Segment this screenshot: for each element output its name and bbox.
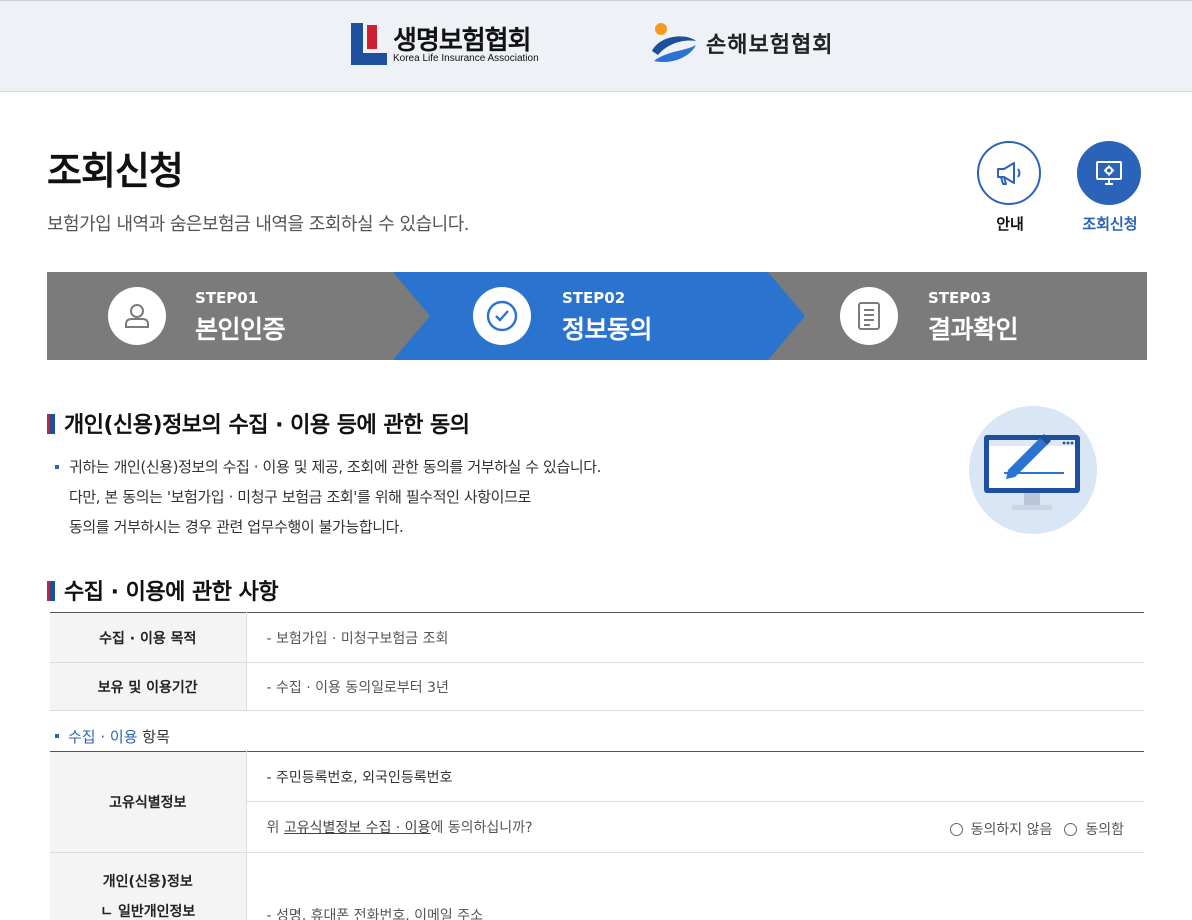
- personal-info-value: - 성명, 휴대폰 전화번호, 이메일 주소: [246, 852, 1144, 920]
- disagree-radio[interactable]: 동의하지 않음: [949, 819, 1053, 839]
- usage-section-title: 수집 · 이용에 관한 사항: [47, 574, 279, 606]
- retention-period-value: - 수집 · 이용 동의일로부터 3년: [246, 662, 1144, 711]
- guide-button[interactable]: 안내: [977, 141, 1043, 234]
- usage-section-title-text: 수집 · 이용에 관한 사항: [64, 580, 279, 605]
- table-row: 개인(신용)정보 ㄴ 일반개인정보 - 성명, 휴대폰 전화번호, 이메일 주소: [50, 852, 1144, 920]
- step-number: STEP02: [562, 289, 626, 307]
- consent-question-prefix: 위: [266, 820, 284, 836]
- agree-label: 동의함: [1085, 822, 1124, 838]
- computer-document-illustration-icon: [969, 406, 1097, 534]
- nonlife-logo-korean: 손해보험협회: [706, 33, 834, 58]
- usage-info-table: 수집 · 이용 목적 - 보험가입 · 미청구보험금 조회 보유 및 이용기간 …: [50, 612, 1144, 711]
- bullet-icon: [55, 465, 59, 469]
- megaphone-icon: [997, 162, 1021, 185]
- radio-circle-icon[interactable]: [1064, 822, 1078, 836]
- user-icon: [125, 304, 149, 328]
- nonlife-insurance-association-logo[interactable]: 손해보험협회: [650, 21, 850, 67]
- collection-items-table: 고유식별정보 - 주민등록번호, 외국인등록번호 위 고유식별정보 수집 · 이…: [50, 751, 1144, 920]
- notice-line: 다만, 본 동의는 '보험가입 · 미청구 보험금 조회'를 위해 필수적인 사…: [69, 488, 531, 506]
- radio-circle-icon[interactable]: [949, 822, 963, 836]
- check-circle-icon: [486, 300, 518, 332]
- disagree-label: 동의하지 않음: [970, 822, 1053, 838]
- retention-period-label: 보유 및 이용기간: [50, 662, 247, 711]
- nonlife-logo-mark-icon: [652, 23, 696, 63]
- unique-id-label: 고유식별정보: [50, 751, 247, 853]
- unique-id-value: - 주민등록번호, 외국인등록번호: [246, 751, 1144, 802]
- guide-label: 안내: [996, 215, 1024, 233]
- section-marker-icon: [47, 581, 55, 601]
- consent-question-link: 고유식별정보 수집 · 이용: [283, 820, 431, 836]
- unique-id-consent-options: 동의하지 않음 동의함: [949, 819, 1124, 839]
- purpose-value: - 보험가입 · 미청구보험금 조회: [246, 612, 1144, 663]
- consent-notice: 귀하는 개인(신용)정보의 수집 · 이용 및 제공, 조회에 관한 동의를 거…: [55, 452, 601, 542]
- personal-info-title: 개인(신용)정보: [102, 874, 193, 890]
- collection-items-heading-blue: 수집 · 이용: [68, 728, 138, 746]
- bullet-icon: [55, 734, 59, 738]
- notice-line: 동의를 거부하시는 경우 관련 업무수행이 불가능합니다.: [69, 518, 404, 536]
- monitor-icon: [1096, 161, 1122, 185]
- life-logo-english: Korea Life Insurance Association: [393, 53, 539, 64]
- page-title: 조회신청: [47, 149, 184, 193]
- purpose-label: 수집 · 이용 목적: [50, 612, 247, 663]
- consent-section-title-text: 개인(신용)정보의 수집 · 이용 등에 관한 동의: [64, 413, 470, 438]
- notice-line: 귀하는 개인(신용)정보의 수집 · 이용 및 제공, 조회에 관한 동의를 거…: [69, 458, 602, 476]
- collection-items-heading-rest: 항목: [137, 728, 170, 746]
- life-insurance-association-logo[interactable]: 생명보험협회 Korea Life Insurance Association: [351, 21, 561, 67]
- step-information-consent: STEP02 정보동의: [430, 272, 776, 360]
- collection-items-heading: 수집 · 이용 항목: [55, 726, 170, 747]
- table-row: 보유 및 이용기간 - 수집 · 이용 동의일로부터 3년: [50, 662, 1144, 711]
- association-header: 생명보험협회 Korea Life Insurance Association …: [0, 0, 1192, 92]
- life-logo-korean: 생명보험협회: [393, 26, 532, 56]
- page-description: 보험가입 내역과 숨은보험금 내역을 조회하실 수 있습니다.: [47, 214, 470, 235]
- personal-info-label: 개인(신용)정보 ㄴ 일반개인정보: [50, 852, 247, 920]
- agree-radio[interactable]: 동의함: [1064, 819, 1124, 839]
- inquiry-request-button[interactable]: 조회신청: [1077, 141, 1143, 234]
- document-icon: [858, 302, 880, 330]
- step-name: 본인인증: [195, 315, 286, 344]
- step-name: 결과확인: [928, 315, 1019, 344]
- personal-info-value-text: - 성명, 휴대폰 전화번호, 이메일 주소: [266, 908, 484, 920]
- step-identity-verification: STEP01 본인인증: [47, 272, 393, 360]
- table-row: 수집 · 이용 목적 - 보험가입 · 미청구보험금 조회: [50, 612, 1144, 663]
- consent-section-title: 개인(신용)정보의 수집 · 이용 등에 관한 동의: [47, 407, 470, 439]
- consent-question-suffix: 에 동의하십니까?: [430, 820, 533, 836]
- step-number: STEP03: [928, 289, 992, 307]
- life-association-logo-mark: [351, 23, 387, 65]
- general-personal-info-label: ㄴ 일반개인정보: [100, 904, 196, 920]
- unique-id-consent-question-cell: 위 고유식별정보 수집 · 이용에 동의하십니까? 동의하지 않음 동의함: [246, 801, 1144, 853]
- table-row: 고유식별정보 - 주민등록번호, 외국인등록번호: [50, 751, 1144, 853]
- step-result-check: STEP03 결과확인: [800, 272, 1146, 360]
- step-name: 정보동의: [562, 315, 653, 344]
- section-marker-icon: [47, 414, 55, 434]
- inquiry-request-label: 조회신청: [1082, 215, 1138, 233]
- step-number: STEP01: [195, 289, 259, 307]
